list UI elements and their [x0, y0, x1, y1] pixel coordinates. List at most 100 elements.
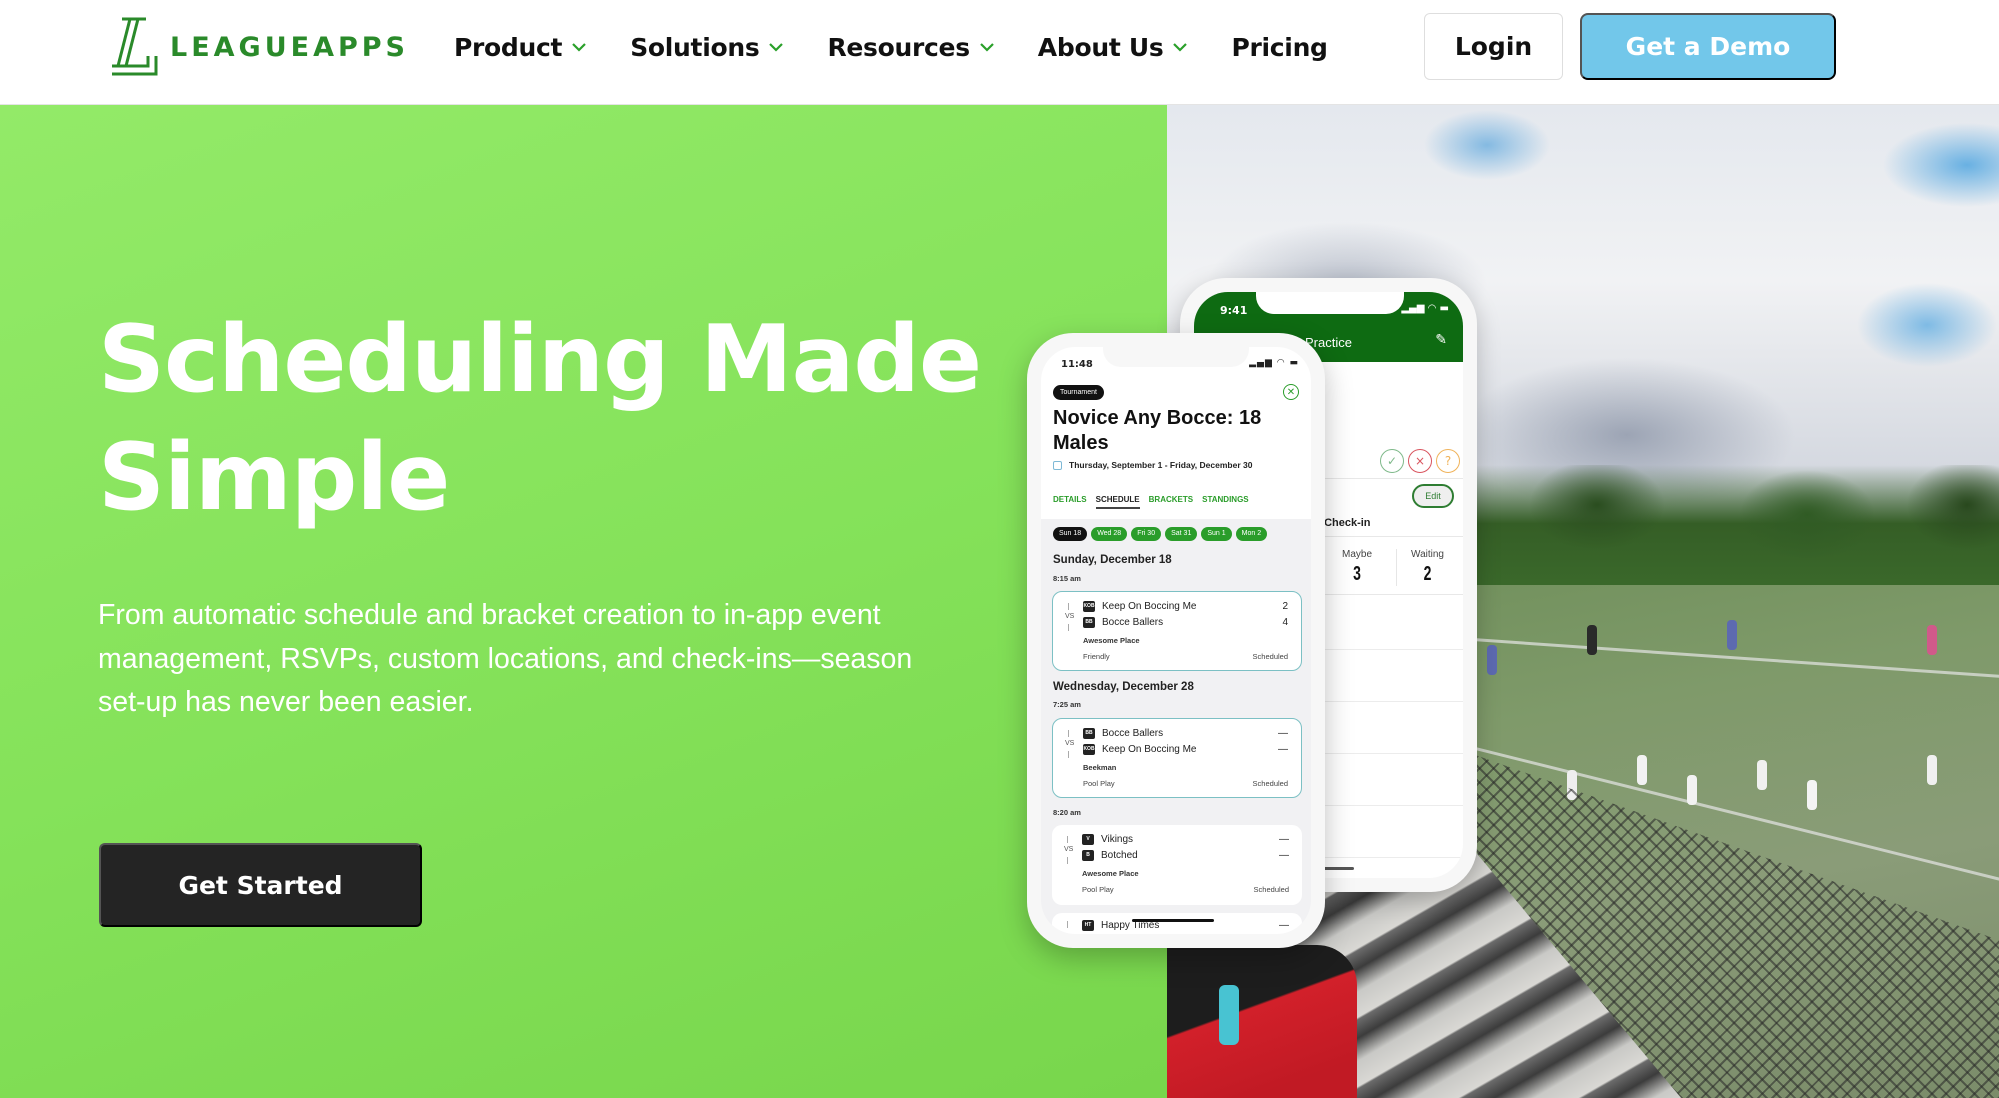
- game-time: 7:25 am: [1053, 700, 1081, 709]
- tab-standings[interactable]: STANDINGS: [1202, 495, 1249, 509]
- date-chip[interactable]: Wed 28: [1091, 527, 1128, 541]
- tab-check-in[interactable]: Check-in: [1324, 517, 1370, 529]
- signal-icon: ▂▄▆: [1249, 358, 1273, 368]
- stat-label: Waiting: [1411, 549, 1444, 560]
- team-logo: B: [1082, 850, 1094, 861]
- close-icon[interactable]: ✕: [1283, 384, 1299, 400]
- date-chip[interactable]: Fri 30: [1131, 527, 1162, 541]
- player: [1757, 760, 1767, 790]
- game-card[interactable]: VS V Vikings — B Botched — Awesome Place…: [1052, 825, 1302, 905]
- vs-divider: [1067, 857, 1068, 864]
- nav-product[interactable]: Product: [454, 33, 586, 62]
- game-time: 8:15 am: [1053, 574, 1081, 583]
- day-heading: Sunday, December 18: [1053, 554, 1172, 566]
- team-score: 2: [1282, 601, 1288, 612]
- team-row: V Vikings: [1082, 834, 1133, 845]
- vs-divider: [1068, 751, 1069, 758]
- team-row: BB Bocce Ballers: [1083, 617, 1163, 628]
- team-logo: BB: [1083, 728, 1095, 739]
- team-name: Keep On Boccing Me: [1102, 744, 1197, 755]
- vs-divider: [1068, 603, 1069, 610]
- game-type: Pool Play: [1083, 779, 1115, 788]
- game-location: Beekman: [1083, 763, 1117, 772]
- date-chip[interactable]: Sun 18: [1053, 527, 1088, 541]
- leagueapps-logo-icon: [112, 17, 158, 76]
- team-score: —: [1278, 728, 1288, 739]
- stat-value: 2: [1423, 563, 1432, 585]
- team-name: Bocce Ballers: [1102, 728, 1164, 739]
- login-button[interactable]: Login: [1424, 13, 1563, 80]
- hero-subtitle: From automatic schedule and bracket crea…: [98, 599, 913, 718]
- game-card[interactable]: VS BB Bocce Ballers — KOB Keep On Boccin…: [1052, 718, 1302, 798]
- date-range-text: Thursday, September 1 - Friday, December…: [1069, 460, 1253, 470]
- date-chip[interactable]: Sat 31: [1165, 527, 1198, 541]
- player: [1687, 775, 1697, 805]
- edit-button[interactable]: Edit: [1412, 484, 1454, 508]
- tab-brackets[interactable]: BRACKETS: [1149, 495, 1193, 509]
- game-status: Scheduled: [1252, 652, 1288, 661]
- nav-about-us[interactable]: About Us: [1038, 33, 1188, 62]
- status-time: 11:48: [1061, 359, 1093, 370]
- date-chip[interactable]: Mon 2: [1235, 527, 1268, 541]
- vs-divider: [1067, 836, 1068, 843]
- nav-pricing[interactable]: Pricing: [1231, 33, 1328, 62]
- game-location: Awesome Place: [1082, 869, 1139, 878]
- game-type: Pool Play: [1082, 885, 1114, 894]
- rsvp-maybe-icon[interactable]: ?: [1436, 449, 1460, 473]
- player: [1927, 755, 1937, 785]
- event-type-badge: Tournament: [1053, 385, 1104, 400]
- player: [1637, 755, 1647, 785]
- team-row: BB Bocce Ballers: [1083, 728, 1163, 739]
- pencil-icon[interactable]: ✎: [1435, 332, 1447, 348]
- chevron-down-icon: [572, 43, 586, 52]
- get-started-button[interactable]: Get Started: [99, 843, 422, 927]
- game-time: 8:20 am: [1053, 808, 1081, 817]
- vs-label: VS: [1065, 613, 1075, 620]
- rsvp-no-icon[interactable]: ×: [1408, 449, 1432, 473]
- nav-label: Solutions: [630, 32, 760, 62]
- game-status: Scheduled: [1252, 779, 1288, 788]
- hero-heading-line1: Scheduling Made: [98, 305, 982, 413]
- wifi-icon: ◠: [1276, 358, 1286, 368]
- stat-label: Maybe: [1341, 549, 1372, 560]
- vs-divider: [1068, 624, 1069, 631]
- photo-spectator: [1167, 945, 1357, 1098]
- nav-resources[interactable]: Resources: [827, 33, 994, 62]
- team-row: KOB Keep On Boccing Me: [1083, 744, 1197, 755]
- team-logo: KOB: [1083, 601, 1095, 612]
- game-type: Friendly: [1083, 652, 1110, 661]
- stat-value: 3: [1353, 563, 1361, 585]
- get-a-demo-button[interactable]: Get a Demo: [1580, 13, 1836, 80]
- chevron-down-icon: [1173, 43, 1188, 52]
- game-card[interactable]: VS KOB Keep On Boccing Me 2 BB Bocce Bal…: [1052, 591, 1302, 671]
- status-icons: ▂▄▆ ◠ ▬: [1249, 358, 1299, 368]
- logo-link[interactable]: LEAGUEAPPS: [108, 16, 409, 78]
- stat-maybe: Maybe 3: [1326, 549, 1388, 586]
- team-row: B Botched: [1082, 850, 1138, 861]
- stat-waiting: Waiting 2: [1396, 549, 1458, 586]
- vs-label: VS: [1065, 740, 1075, 747]
- nav-label: About Us: [1037, 32, 1164, 62]
- player: [1587, 625, 1597, 655]
- rsvp-yes-icon[interactable]: ✓: [1380, 449, 1404, 473]
- player: [1727, 620, 1737, 650]
- nav-solutions[interactable]: Solutions: [630, 32, 784, 62]
- team-row: KOB Keep On Boccing Me: [1083, 601, 1197, 612]
- team-score: 4: [1282, 617, 1288, 628]
- team-score: —: [1279, 834, 1289, 845]
- nav-label: Product: [454, 32, 563, 62]
- vs-label: VS: [1064, 846, 1074, 853]
- chevron-down-icon: [769, 43, 784, 52]
- team-name: Vikings: [1101, 834, 1134, 845]
- phone-notch: [1256, 292, 1404, 314]
- date-chip[interactable]: Sun 1: [1201, 527, 1232, 541]
- date-chip-bar: Sun 18 Wed 28 Fri 30 Sat 31 Sun 1 Mon 2: [1053, 527, 1268, 541]
- hero-heading: Scheduling Made Simple: [98, 300, 998, 536]
- tab-details[interactable]: DETAILS: [1053, 495, 1087, 509]
- game-status: Scheduled: [1253, 885, 1289, 894]
- game-card[interactable]: HT Happy Times —: [1052, 913, 1302, 934]
- status-time: 9:41: [1220, 304, 1248, 317]
- tab-schedule[interactable]: SCHEDULE: [1095, 495, 1140, 509]
- team-logo: V: [1082, 834, 1094, 845]
- vs-divider: [1068, 730, 1069, 737]
